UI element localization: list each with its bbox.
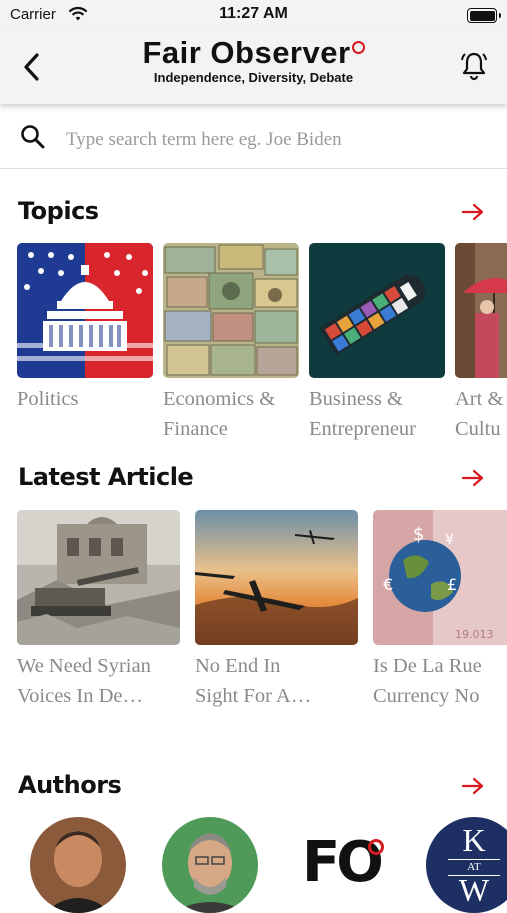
author-avatar[interactable] [162, 817, 258, 913]
article-image [195, 510, 358, 645]
topic-image [17, 243, 153, 378]
author-avatar[interactable] [30, 817, 126, 913]
svg-text:¥: ¥ [445, 532, 454, 548]
brand-title: Fair Observer [142, 35, 351, 70]
notification-bell-icon[interactable] [459, 50, 489, 82]
topic-label: Economics & Finance [163, 384, 299, 444]
brand-tagline: Independence, Diversity, Debate [153, 70, 354, 85]
article-title-line: Sight For A… [195, 685, 312, 707]
latest-article-heading: Latest Article [18, 463, 194, 491]
topic-card-business[interactable]: Business & Entrepreneur [309, 243, 445, 444]
topic-label-line: Cultu [455, 418, 501, 440]
article-title-line: We Need Syrian [17, 655, 151, 677]
topic-label: Art & Cultu [455, 384, 507, 444]
latest-article-arrow-icon[interactable] [461, 468, 485, 488]
authors-arrow-icon[interactable] [461, 776, 485, 796]
topic-card-politics[interactable]: Politics [17, 243, 153, 414]
topic-label: Politics [17, 384, 153, 414]
kw-logo-letter: W [458, 872, 490, 908]
article-title: We Need Syrian Voices In De… [17, 651, 180, 711]
author-avatar[interactable]: FO [296, 817, 392, 913]
topic-label-line: Art & [455, 388, 504, 410]
kw-logo-divider [448, 859, 500, 860]
svg-text:£: £ [447, 575, 457, 594]
author-avatar[interactable]: K AT W [426, 817, 507, 913]
article-title: Is De La Rue Currency No [373, 651, 507, 711]
battery-icon [467, 8, 501, 23]
clock: 11:27 AM [219, 5, 288, 22]
topic-image [455, 243, 507, 378]
article-card[interactable]: $ ¥ € £ 19.013 Is De La Rue Currency No [373, 510, 507, 711]
fo-logo-dot-icon [368, 839, 384, 855]
topic-card-economics[interactable]: Economics & Finance [163, 243, 299, 444]
topic-image [309, 243, 445, 378]
article-card[interactable]: No End In Sight For A… [195, 510, 358, 711]
topic-label-line: Entrepreneur [309, 418, 416, 440]
topic-label-line: Politics [17, 388, 79, 410]
navigation-bar: Fair Observer Independence, Diversity, D… [0, 32, 507, 104]
svg-text:$: $ [413, 524, 424, 545]
article-title-line: No End In [195, 655, 281, 677]
article-title-line: Is De La Rue [373, 655, 482, 677]
search-icon [21, 125, 45, 149]
topic-label-line: Business & [309, 388, 403, 410]
article-title-line: Voices In De… [17, 685, 144, 707]
brand-logo: Fair Observer Independence, Diversity, D… [0, 36, 507, 86]
topic-label: Business & Entrepreneur [309, 384, 445, 444]
article-title-line: Currency No [373, 685, 480, 707]
topic-image [163, 243, 299, 378]
article-image: $ ¥ € £ 19.013 [373, 510, 507, 645]
authors-heading: Authors [18, 771, 122, 799]
topic-label-line: Economics & [163, 388, 276, 410]
svg-text:19.013: 19.013 [455, 628, 494, 641]
article-card[interactable]: We Need Syrian Voices In De… [17, 510, 180, 711]
topics-heading: Topics [18, 197, 99, 225]
search-input[interactable] [64, 124, 488, 156]
search-bar [0, 110, 507, 169]
article-image [17, 510, 180, 645]
status-bar: Carrier 11:27 AM [0, 0, 507, 32]
article-title: No End In Sight For A… [195, 651, 358, 711]
kw-logo-letter: K [462, 822, 486, 858]
topic-label-line: Finance [163, 418, 228, 440]
brand-dot-icon [351, 41, 365, 54]
topic-card-art[interactable]: Art & Cultu [455, 243, 507, 444]
svg-text:€: € [383, 575, 393, 594]
topics-arrow-icon[interactable] [461, 202, 485, 222]
